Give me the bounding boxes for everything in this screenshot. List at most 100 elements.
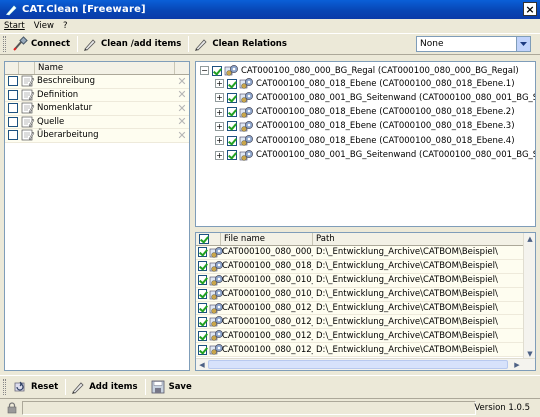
attribute-row[interactable]: Beschreibung ✕ (5, 75, 189, 89)
tree-node[interactable]: + CAT000100_080_018_Ebene (CAT000100_080_… (215, 106, 515, 119)
add-items-button[interactable]: Add items (68, 378, 142, 396)
save-button[interactable]: Save (148, 378, 197, 396)
chevron-down-icon[interactable] (516, 37, 530, 51)
edit-document-icon[interactable] (21, 102, 35, 114)
attribute-checkbox[interactable] (8, 130, 18, 141)
file-list-horizontal-scrollbar[interactable]: ◀ ▶ (196, 358, 535, 370)
tree-node[interactable]: + CAT000100_080_001_BG_Seitenwand (CAT000… (215, 149, 535, 162)
window-title: CAT.Clean [Freeware] (22, 4, 146, 15)
add-items-label: Add items (89, 381, 138, 392)
connect-label: Connect (31, 39, 71, 49)
file-list-vertical-scrollbar[interactable]: ▲ ▼ (523, 233, 535, 360)
filter-dropdown[interactable]: None (416, 36, 531, 52)
scroll-right-icon[interactable]: ▶ (511, 359, 523, 370)
file-path-cell: D:\_Entwicklung_Archive\CATBOM\Beispiel\ (316, 261, 498, 272)
filter-value: None (420, 39, 444, 49)
attribute-name: Überarbeitung (37, 130, 99, 141)
menu-help[interactable]: ? (63, 21, 68, 31)
connect-button[interactable]: Connect (10, 35, 75, 53)
tree-node-checkbox[interactable] (227, 107, 237, 118)
attribute-row[interactable]: Nomenklatur ✕ (5, 102, 189, 116)
expand-icon[interactable]: + (215, 121, 224, 131)
file-path-cell: D:\_Entwicklung_Archive\CATBOM\Beispiel\ (316, 289, 498, 300)
file-name-cell: CAT000100_080_000_B... (222, 247, 313, 258)
app-pen-icon (5, 4, 17, 16)
close-window-button[interactable]: × (523, 2, 537, 16)
delete-icon[interactable]: ✕ (175, 129, 189, 142)
horizontal-scroll-thumb[interactable] (208, 360, 508, 369)
file-row[interactable]: CAT000100_080_010_S...D:\_Entwicklung_Ar… (196, 287, 523, 302)
delete-icon[interactable]: ✕ (175, 102, 189, 115)
product-icon (209, 288, 223, 301)
clean-relations-button[interactable]: Clean Relations (191, 35, 292, 53)
attribute-checkbox[interactable] (8, 116, 18, 127)
path-column-header[interactable]: Path (313, 233, 535, 245)
attribute-checkbox[interactable] (8, 103, 18, 114)
file-name-cell: CAT000100_080_010_S... (222, 289, 313, 300)
tree-root-node[interactable]: − CAT000100_080_000_BG_Regal (CAT000100_0… (200, 64, 519, 77)
file-row[interactable]: CAT000100_080_010_S...D:\_Entwicklung_Ar… (196, 273, 523, 288)
edit-document-icon[interactable] (21, 75, 35, 87)
collapse-icon[interactable]: − (200, 66, 209, 75)
file-name-column-header[interactable]: File name (221, 233, 313, 245)
tree-node[interactable]: + CAT000100_080_018_Ebene (CAT000100_080_… (215, 134, 515, 147)
file-row[interactable]: CAT000100_080_012_F...D:\_Entwicklung_Ar… (196, 301, 523, 316)
expand-icon[interactable]: + (215, 150, 224, 160)
file-row[interactable]: CAT000100_080_018_E...D:\_Entwicklung_Ar… (196, 259, 523, 274)
attribute-row[interactable]: Quelle ✕ (5, 115, 189, 129)
expand-icon[interactable]: + (215, 107, 224, 117)
plug-icon (12, 36, 28, 52)
name-column-header[interactable]: Name (35, 62, 175, 74)
toolbar-grip[interactable] (3, 378, 6, 395)
toolbar-grip[interactable] (3, 36, 6, 52)
file-checkbox[interactable] (198, 247, 207, 258)
attribute-checkbox[interactable] (8, 89, 18, 100)
file-checkbox[interactable] (198, 330, 207, 341)
tree-node-label: CAT000100_080_018_Ebene (CAT000100_080_0… (256, 107, 515, 118)
expand-icon[interactable]: + (215, 79, 224, 88)
tree-node[interactable]: + CAT000100_080_018_Ebene (CAT000100_080_… (215, 77, 515, 90)
delete-icon[interactable]: ✕ (175, 88, 189, 101)
file-checkbox[interactable] (198, 289, 207, 300)
tree-node-checkbox[interactable] (227, 135, 237, 146)
expand-icon[interactable]: + (215, 93, 224, 103)
product-icon (224, 64, 239, 77)
scroll-left-icon[interactable]: ◀ (196, 359, 208, 370)
tree-node-checkbox[interactable] (227, 92, 237, 103)
tree-node-checkbox[interactable] (227, 121, 237, 132)
reset-label: Reset (31, 381, 59, 392)
scroll-up-icon[interactable]: ▲ (524, 233, 535, 245)
attribute-checkbox[interactable] (8, 76, 18, 87)
delete-icon[interactable]: ✕ (175, 115, 189, 128)
file-row[interactable]: CAT000100_080_012_F...D:\_Entwicklung_Ar… (196, 343, 523, 358)
file-row[interactable]: CAT000100_080_012_F...D:\_Entwicklung_Ar… (196, 315, 523, 330)
status-cell (22, 401, 476, 415)
product-icon (209, 302, 223, 315)
attribute-row[interactable]: Definition ✕ (5, 88, 189, 102)
file-checkbox[interactable] (198, 275, 207, 286)
product-icon (209, 260, 223, 273)
file-checkbox[interactable] (198, 303, 207, 314)
tree-node-checkbox[interactable] (227, 78, 237, 89)
tree-node-checkbox[interactable] (227, 150, 237, 160)
file-checkbox[interactable] (198, 344, 207, 355)
attribute-row[interactable]: Überarbeitung ✕ (5, 129, 189, 143)
edit-document-icon[interactable] (21, 116, 35, 128)
tree-node-checkbox[interactable] (212, 65, 222, 76)
file-row[interactable]: CAT000100_080_000_B...D:\_Entwicklung_Ar… (196, 246, 523, 260)
delete-icon[interactable]: ✕ (175, 75, 189, 88)
tree-node[interactable]: + CAT000100_080_001_BG_Seitenwand (CAT000… (215, 91, 535, 104)
edit-document-icon[interactable] (21, 129, 35, 141)
clean-add-items-button[interactable]: Clean /add items (80, 35, 186, 53)
tree-node-label: CAT000100_080_000_BG_Regal (CAT000100_08… (241, 65, 519, 76)
select-all-checkbox[interactable] (199, 234, 209, 244)
menu-start[interactable]: Start (4, 21, 25, 31)
file-checkbox[interactable] (198, 261, 207, 272)
expand-icon[interactable]: + (215, 136, 224, 146)
file-checkbox[interactable] (198, 316, 207, 327)
edit-document-icon[interactable] (21, 89, 35, 101)
tree-node[interactable]: + CAT000100_080_018_Ebene (CAT000100_080_… (215, 120, 515, 133)
reset-button[interactable]: Reset (10, 378, 63, 396)
file-row[interactable]: CAT000100_080_012_F...D:\_Entwicklung_Ar… (196, 329, 523, 344)
menu-view[interactable]: View (34, 21, 54, 31)
